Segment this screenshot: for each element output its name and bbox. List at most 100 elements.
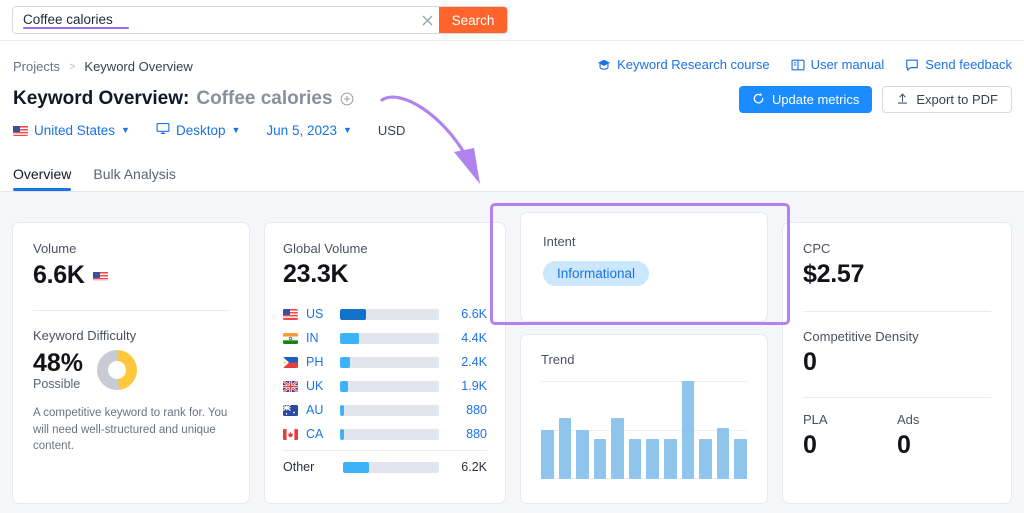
tab-bulk-analysis[interactable]: Bulk Analysis — [93, 166, 175, 191]
page-title-keyword: Coffee calories — [196, 88, 332, 110]
country-volume-row[interactable]: UK1.9K — [283, 374, 487, 398]
cpc-card: CPC $2.57 Competitive Density 0 PLA 0 Ad… — [782, 222, 1012, 504]
country-bar-fill — [340, 405, 344, 416]
date-filter-label: Jun 5, 2023 — [266, 123, 337, 138]
trend-bar — [682, 381, 695, 479]
search-input-value: Coffee calories — [23, 13, 113, 27]
keyword-difficulty-donut — [97, 350, 137, 390]
keyword-difficulty-description: A competitive keyword to rank for. You w… — [33, 405, 229, 455]
intent-badge[interactable]: Informational — [543, 261, 649, 286]
breadcrumb: Projects > Keyword Overview — [13, 59, 193, 74]
flag-in-icon — [283, 333, 298, 344]
country-volume-value: 6.6K — [449, 307, 487, 321]
update-metrics-button[interactable]: Update metrics — [739, 86, 872, 113]
country-code: UK — [306, 379, 340, 393]
device-filter-label: Desktop — [176, 123, 226, 138]
volume-card-divider — [33, 310, 229, 311]
user-manual-link[interactable]: User manual — [791, 57, 885, 72]
update-metrics-label: Update metrics — [772, 92, 859, 107]
country-filter-label: United States — [34, 123, 115, 138]
search-field-wrapper[interactable]: Coffee calories Search — [12, 6, 508, 34]
country-bar-fill — [340, 357, 350, 368]
country-bar-track — [340, 333, 439, 344]
tab-overview[interactable]: Overview — [13, 166, 71, 191]
trend-chart — [541, 381, 747, 479]
country-code: Other — [283, 460, 343, 474]
country-volume-row-other: Other 6.2K — [283, 455, 487, 479]
country-volume-row[interactable]: IN4.4K — [283, 326, 487, 350]
flag-ph-icon — [283, 357, 298, 368]
competitive-density-value: 0 — [803, 348, 991, 377]
date-filter[interactable]: Jun 5, 2023 ▼ — [266, 123, 351, 138]
country-bar-track — [340, 429, 439, 440]
country-filter[interactable]: United States ▼ — [13, 123, 130, 138]
intent-card: Intent Informational — [520, 212, 768, 322]
breadcrumb-separator: > — [69, 61, 75, 73]
country-volume-value: 2.4K — [449, 355, 487, 369]
chevron-down-icon: ▼ — [121, 125, 130, 135]
cpc-label: CPC — [803, 241, 991, 256]
flag-au-icon — [283, 405, 298, 416]
pla-value: 0 — [803, 431, 897, 460]
country-volume-row[interactable]: AU880 — [283, 398, 487, 422]
flag-us-icon — [283, 309, 298, 320]
header-actions: Update metrics Export to PDF — [739, 86, 1012, 113]
trend-bar — [734, 439, 747, 479]
flag-us-icon — [13, 125, 28, 136]
global-volume-card: Global Volume 23.3K US6.6KIN4.4KPH2.4KUK… — [264, 222, 506, 504]
country-bar-track — [340, 381, 439, 392]
search-button[interactable]: Search — [439, 7, 507, 33]
send-feedback-link[interactable]: Send feedback — [905, 57, 1012, 72]
header-links: Keyword Research course User manual Send… — [597, 57, 1012, 72]
trend-bar — [541, 430, 554, 479]
refresh-icon — [752, 92, 765, 108]
competitive-density-label: Competitive Density — [803, 329, 991, 344]
keyword-research-course-link[interactable]: Keyword Research course — [597, 57, 769, 72]
country-bar-fill — [340, 333, 359, 344]
chevron-down-icon: ▼ — [343, 125, 352, 135]
country-bar-track — [340, 405, 439, 416]
trend-bar — [594, 439, 607, 479]
top-search-bar: Coffee calories Search — [0, 0, 1024, 40]
country-volume-list: US6.6KIN4.4KPH2.4KUK1.9KAU880CA880Other6… — [283, 302, 487, 479]
country-list-divider — [283, 450, 487, 451]
speech-bubble-icon — [905, 58, 919, 72]
country-volume-row[interactable]: US6.6K — [283, 302, 487, 326]
volume-label: Volume — [33, 241, 229, 256]
flag-ca-icon — [283, 429, 298, 440]
device-filter[interactable]: Desktop ▼ — [156, 122, 240, 138]
search-input[interactable]: Coffee calories — [13, 7, 415, 33]
country-volume-value: 6.2K — [449, 460, 487, 474]
close-icon[interactable] — [415, 7, 439, 33]
ads-value: 0 — [897, 431, 991, 460]
trend-bar — [576, 430, 589, 479]
country-volume-value: 880 — [449, 403, 487, 417]
trend-bar — [629, 439, 642, 479]
page-title: Keyword Overview: Coffee calories — [13, 88, 354, 110]
book-icon — [791, 58, 805, 72]
keyword-difficulty-value: 48% — [33, 349, 83, 378]
country-code: CA — [306, 427, 340, 441]
country-bar-track — [340, 357, 439, 368]
country-volume-row[interactable]: CA880 — [283, 422, 487, 446]
graduation-cap-icon — [597, 58, 611, 72]
country-volume-row[interactable]: PH 2.4K — [283, 350, 487, 374]
keyword-difficulty-label: Keyword Difficulty — [33, 328, 229, 343]
trend-bar — [646, 439, 659, 479]
keyword-overview-page: Coffee calories Search Projects > Keywor… — [0, 0, 1024, 513]
breadcrumb-current: Keyword Overview — [84, 59, 192, 74]
country-bar-track — [340, 309, 439, 320]
global-volume-label: Global Volume — [283, 241, 487, 256]
upload-icon — [896, 92, 909, 108]
volume-value: 6.6K — [33, 261, 85, 290]
country-bar-track — [343, 462, 439, 473]
plus-circle-icon[interactable] — [340, 92, 354, 106]
tab-bar: Overview Bulk Analysis — [13, 157, 176, 191]
pla-label: PLA — [803, 412, 897, 427]
trend-bars — [541, 381, 747, 479]
export-to-pdf-button[interactable]: Export to PDF — [882, 86, 1012, 113]
breadcrumb-projects[interactable]: Projects — [13, 59, 60, 74]
cpc-card-divider-2 — [803, 397, 991, 398]
country-code: PH — [306, 355, 340, 369]
trend-bar — [717, 428, 730, 479]
